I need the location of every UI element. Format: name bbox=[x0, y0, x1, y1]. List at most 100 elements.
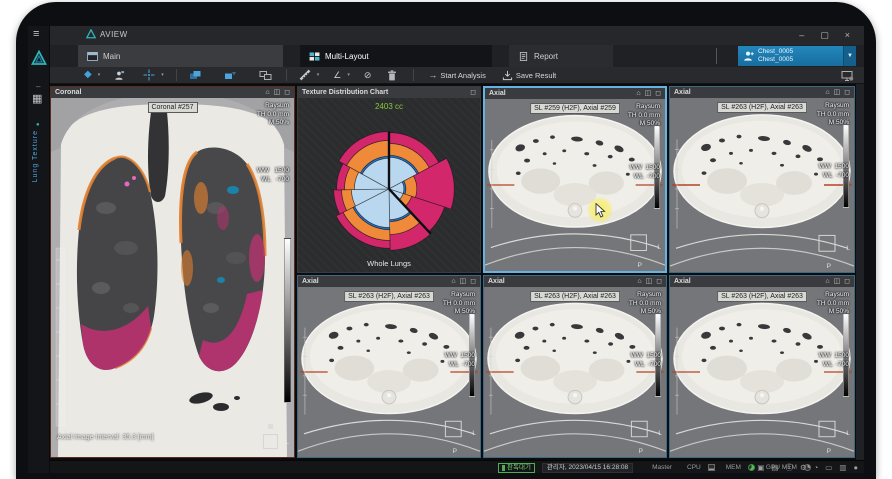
texture-distribution-pie[interactable] bbox=[298, 98, 480, 272]
active-tool-bullet: ● bbox=[36, 122, 40, 128]
document-icon[interactable]: ▤ bbox=[771, 463, 778, 472]
maximize-icon[interactable]: ◻ bbox=[656, 278, 662, 285]
diamond-icon: ◆ bbox=[84, 70, 92, 80]
ruler-tool-dropdown[interactable]: ▾ bbox=[317, 69, 320, 82]
dual-monitor-icon bbox=[259, 70, 272, 81]
compare-views-button[interactable] bbox=[259, 69, 272, 82]
orientation-left-label: L bbox=[657, 244, 661, 251]
coronal-panel-header[interactable]: Coronal ⌂ ◫ ◻ bbox=[51, 87, 294, 98]
navigate-tool-button[interactable]: ◆ bbox=[84, 69, 92, 82]
maximize-button[interactable]: ▢ bbox=[820, 27, 829, 43]
tab-main[interactable]: Main bbox=[78, 45, 283, 67]
orientation-anterior-label: A bbox=[263, 434, 278, 449]
monitor-icon[interactable]: ▭ bbox=[825, 463, 832, 472]
coronal-overlay-info: RaysumTH 0.0 mmM 50% bbox=[257, 102, 289, 128]
close-button[interactable]: × bbox=[845, 27, 850, 43]
axial-panel[interactable]: Axial ⌂ ◫ ◻ SL #263 ( bbox=[483, 275, 667, 458]
angle-tool-button[interactable]: ∠ bbox=[333, 69, 341, 82]
axial-image-area[interactable]: SL #259 (H2F), Axial #259 RaysumTH 0.0 m… bbox=[485, 99, 665, 271]
home-icon[interactable]: ⌂ bbox=[825, 278, 829, 285]
axial-window-level: WW 1500WL -700 bbox=[630, 147, 660, 198]
maximize-icon[interactable]: ◻ bbox=[655, 90, 661, 97]
maximize-icon[interactable]: ◻ bbox=[844, 278, 850, 285]
display-settings-button[interactable] bbox=[841, 69, 854, 82]
ruler-tool-button[interactable] bbox=[299, 69, 311, 82]
coronal-image-area[interactable]: Coronal #257 RaysumTH 0.0 mmM 50% WW 150… bbox=[51, 98, 294, 457]
patient-id: Chest_0005 bbox=[758, 48, 793, 56]
coronal-panel[interactable]: Coronal ⌂ ◫ ◻ bbox=[50, 86, 295, 458]
crosshair-tool-button[interactable] bbox=[143, 69, 155, 82]
home-icon[interactable]: ⌂ bbox=[637, 278, 641, 285]
tab-report[interactable]: Report bbox=[509, 45, 613, 67]
axial-panel[interactable]: Axial ⌂ ◫ ◻ SL #259 ( bbox=[483, 86, 667, 273]
save-result-button[interactable]: Save Result bbox=[502, 69, 556, 82]
minimize-button[interactable]: – bbox=[799, 27, 804, 43]
sidebar-item-lung-texture[interactable]: Lung Texture bbox=[32, 130, 39, 182]
home-icon[interactable]: ⌂ bbox=[451, 278, 455, 285]
chart-panel-header[interactable]: Texture Distribution Chart ◻ bbox=[298, 87, 480, 98]
axial-image-area[interactable]: SL #263 (H2F), Axial #263 RaysumTH 0.0 m… bbox=[484, 287, 666, 457]
info-icon[interactable]: ⓘ bbox=[786, 462, 794, 473]
collapse-icon[interactable]: – bbox=[36, 82, 40, 91]
axial-window-level: WW 1500WL -700 bbox=[819, 146, 849, 197]
patient-dropdown-arrow[interactable]: ▼ bbox=[843, 46, 856, 66]
maximize-icon[interactable]: ◻ bbox=[284, 89, 290, 96]
report-icon[interactable]: ▥ bbox=[839, 463, 846, 472]
coronal-slice-label: Coronal #257 bbox=[147, 102, 197, 113]
texture-chart-panel[interactable]: Texture Distribution Chart ◻ 2403 cc Who… bbox=[297, 86, 481, 273]
angle-tool-dropdown[interactable]: ▾ bbox=[347, 69, 350, 82]
tabbar-separator bbox=[716, 48, 717, 64]
status-indicator-icon bbox=[502, 465, 505, 471]
clock-icon[interactable]: ◔ bbox=[814, 463, 819, 472]
slice-label: SL #263 (H2F), Axial #263 bbox=[717, 291, 807, 302]
maximize-icon[interactable]: ◻ bbox=[844, 89, 850, 96]
layout-sync-button[interactable] bbox=[189, 69, 202, 82]
axial-image-area[interactable]: SL #263 (H2F), Axial #263 RaysumTH 0.0 m… bbox=[298, 287, 480, 457]
video-icon[interactable]: ▣ bbox=[757, 463, 764, 472]
clone-icon[interactable]: ◫ bbox=[645, 90, 652, 97]
hamburger-menu-icon[interactable]: ≡ bbox=[33, 28, 39, 40]
clone-icon[interactable]: ◫ bbox=[274, 89, 281, 96]
home-icon[interactable]: ⌂ bbox=[265, 89, 269, 96]
axial-panel-header[interactable]: Axial ⌂ ◫ ◻ bbox=[484, 276, 666, 287]
axial-panel-header[interactable]: Axial ⌂ ◫ ◻ bbox=[485, 88, 665, 99]
maximize-icon[interactable]: ◻ bbox=[470, 278, 476, 285]
axial-panel[interactable]: Axial ⌂ ◫ ◻ SL #263 ( bbox=[669, 86, 855, 273]
start-analysis-button[interactable]: → Start Analysis bbox=[428, 69, 485, 82]
tab-report-label: Report bbox=[534, 52, 558, 61]
patient-info-overlay-button[interactable] bbox=[114, 69, 125, 82]
clone-icon[interactable]: ◫ bbox=[646, 278, 653, 285]
patient-selector[interactable]: Chest_0005 Chest_0005 ▼ bbox=[738, 46, 856, 66]
toolbar: ◆ ▾ ▾ bbox=[50, 67, 864, 84]
series-link-button[interactable] bbox=[224, 69, 237, 82]
axial-panel-header[interactable]: Axial ⌂ ◫ ◻ bbox=[298, 276, 480, 287]
axial-image-area[interactable]: SL #263 (H2F), Axial #263 RaysumTH 0.0 m… bbox=[670, 287, 854, 457]
clone-icon[interactable]: ◫ bbox=[460, 278, 467, 285]
axial-overlay-info: RaysumTH 0.0 mmM 50% bbox=[443, 291, 475, 317]
axial-panel-header[interactable]: Axial ⌂ ◫ ◻ bbox=[670, 87, 854, 98]
aview-logo-icon bbox=[86, 29, 96, 39]
axial-panel[interactable]: Axial ⌂ ◫ ◻ SL #263 ( bbox=[297, 275, 481, 458]
axial-overlay-info: RaysumTH 0.0 mmM 50% bbox=[629, 291, 661, 317]
clone-icon[interactable]: ◫ bbox=[834, 278, 841, 285]
home-icon[interactable]: ⌂ bbox=[825, 89, 829, 96]
orientation-left-label: L bbox=[472, 430, 476, 437]
maximize-icon[interactable]: ◻ bbox=[470, 89, 476, 96]
user-icon[interactable]: ● bbox=[853, 463, 858, 472]
main-tab-icon bbox=[87, 52, 98, 61]
layout-grid-icon[interactable]: ▦ bbox=[32, 94, 42, 105]
axial-panel-header[interactable]: Axial ⌂ ◫ ◻ bbox=[670, 276, 854, 287]
navigate-tool-dropdown[interactable]: ▾ bbox=[98, 69, 101, 82]
crosshair-tool-dropdown[interactable]: ▾ bbox=[161, 69, 164, 82]
delete-measurements-button[interactable] bbox=[387, 69, 397, 82]
hide-annotations-button[interactable]: ⊘ bbox=[364, 69, 372, 82]
axial-panel[interactable]: Axial ⌂ ◫ ◻ SL #263 ( bbox=[669, 275, 855, 458]
tab-multi-layout[interactable]: Multi-Layout bbox=[300, 45, 492, 67]
chart-area[interactable]: 2403 cc Whole Lungs bbox=[298, 98, 480, 272]
tab-bar: Main Multi-Layout Report bbox=[50, 45, 864, 67]
home-icon[interactable]: ⌂ bbox=[636, 90, 640, 97]
clone-icon[interactable]: ◫ bbox=[834, 89, 841, 96]
settings-icon[interactable]: ⚙ bbox=[800, 463, 807, 472]
app-window: AVIEW – ▢ × Main Multi-Layout bbox=[28, 26, 864, 473]
axial-image-area[interactable]: SL #263 (H2F), Axial #263 RaysumTH 0.0 m… bbox=[670, 98, 854, 272]
